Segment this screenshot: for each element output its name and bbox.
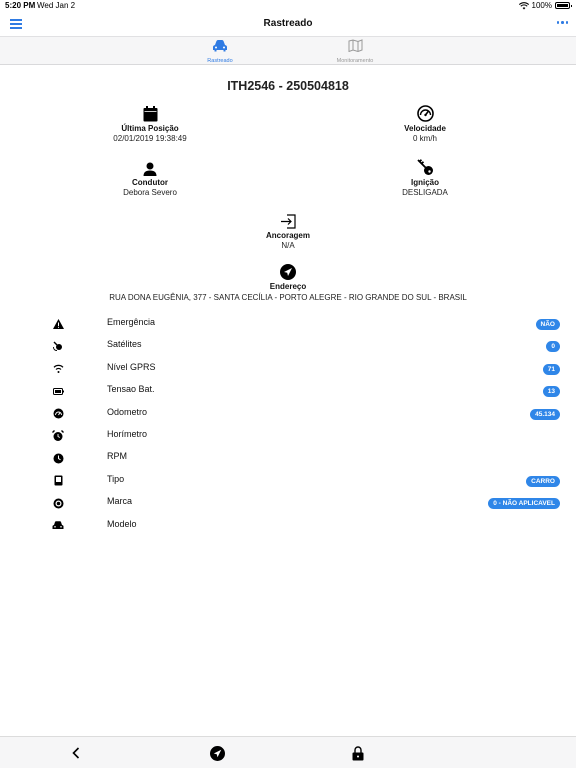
- info-title: Endereço: [269, 282, 307, 291]
- car-icon: [52, 521, 64, 530]
- bottom-toolbar: [0, 736, 576, 768]
- key-icon: [416, 159, 433, 175]
- battery-percent: 100%: [531, 1, 552, 10]
- gauge-icon: [53, 408, 63, 419]
- info-title: Última Posição: [121, 124, 179, 133]
- speedometer-icon: [416, 105, 434, 122]
- tab-rastreado[interactable]: Rastreado: [190, 39, 250, 64]
- chevron-left-icon: [72, 747, 80, 759]
- info-ancoragem: Ancoragem N/A: [208, 211, 368, 250]
- row-badge: 0: [546, 341, 560, 353]
- list-item[interactable]: Horímetro: [0, 426, 576, 448]
- info-ignicao: Ignição DESLIGADA: [345, 158, 505, 197]
- row-label: RPM: [107, 451, 127, 462]
- tab-label: Rastreado: [207, 58, 233, 64]
- row-badge: 0 - NÃO APLICAVEL: [488, 498, 560, 510]
- more-options-icon[interactable]: [556, 21, 568, 24]
- row-label: Modelo: [107, 518, 137, 529]
- user-icon: [143, 162, 157, 176]
- row-badge: 13: [542, 386, 560, 398]
- row-label: Tipo: [107, 473, 125, 484]
- list-item[interactable]: Modelo: [0, 516, 576, 538]
- back-button[interactable]: [68, 745, 84, 761]
- alarm-clock-icon: [52, 429, 64, 441]
- calendar-icon: [143, 106, 157, 122]
- map-icon: [348, 39, 362, 53]
- lock-icon: [352, 745, 364, 760]
- list-item[interactable]: Satélites 0: [0, 336, 576, 358]
- info-ultima-posicao: Última Posição 02/01/2019 19:38:49: [70, 104, 230, 143]
- row-badge: 45.134: [530, 408, 560, 420]
- nav-bar: Rastreado: [0, 12, 576, 36]
- row-label: Nível GPRS: [107, 361, 156, 372]
- wifi-status-icon: [518, 1, 529, 9]
- status-time: 5:20 PM: [5, 1, 36, 10]
- info-endereco: Endereço RUA DONA EUGÊNIA, 377 - SANTA C…: [0, 264, 576, 302]
- row-label: Satélites: [107, 339, 142, 350]
- page-title: Rastreado: [263, 18, 313, 29]
- satellite-icon: [52, 341, 62, 352]
- info-value: N/A: [281, 241, 295, 250]
- list-item[interactable]: Tipo CARRO: [0, 471, 576, 493]
- clock-icon: [53, 453, 63, 464]
- list-item[interactable]: Tensao Bat. 13: [0, 381, 576, 403]
- status-bar: 5:20 PM Wed Jan 2 100%: [0, 0, 576, 12]
- tab-label: Monitoramento: [336, 58, 374, 64]
- tab-monitoramento[interactable]: Monitoramento: [325, 39, 385, 64]
- row-label: Tensao Bat.: [107, 384, 155, 395]
- login-icon: [281, 214, 296, 229]
- status-date: Wed Jan 2: [37, 1, 76, 10]
- list-item[interactable]: RPM: [0, 448, 576, 470]
- lock-button[interactable]: [350, 745, 366, 761]
- warning-icon: [52, 319, 64, 329]
- attributes-list: Emergência NÃO Satélites 0 Nível GPRS 71…: [0, 314, 576, 538]
- info-title: Condutor: [132, 178, 168, 187]
- vehicle-title: ITH2546 - 250504818: [227, 79, 349, 93]
- row-label: Marca: [107, 496, 133, 507]
- info-value: 0 km/h: [412, 134, 437, 143]
- row-label: Horímetro: [107, 428, 148, 439]
- status-right: 100%: [518, 1, 572, 10]
- wifi-icon: [53, 365, 63, 374]
- list-item[interactable]: Odometro 45.134: [0, 404, 576, 426]
- navigate-button[interactable]: [209, 745, 225, 761]
- car-icon: [213, 40, 227, 52]
- list-item[interactable]: Nível GPRS 71: [0, 359, 576, 381]
- info-value: 02/01/2019 19:38:49: [113, 134, 187, 143]
- info-value: Debora Severo: [123, 188, 177, 197]
- row-label: Emergência: [107, 317, 156, 327]
- row-badge: 71: [542, 363, 560, 375]
- address-value: RUA DONA EUGÊNIA, 377 - SANTA CECÍLIA - …: [109, 293, 467, 302]
- list-item[interactable]: Emergência NÃO: [0, 314, 576, 336]
- info-velocidade: Velocidade 0 km/h: [345, 104, 505, 143]
- battery-status-icon: [555, 2, 572, 9]
- list-item[interactable]: Marca 0 - NÃO APLICAVEL: [0, 493, 576, 515]
- navigation-arrow-icon: [280, 264, 296, 280]
- device-icon: [54, 475, 62, 486]
- row-badge: CARRO: [526, 475, 560, 487]
- navigation-arrow-icon: [209, 745, 225, 761]
- info-title: Velocidade: [404, 124, 446, 133]
- top-tab-bar: Rastreado Monitoramento: [0, 36, 576, 65]
- row-badge: NÃO: [535, 319, 560, 330]
- info-condutor: Condutor Debora Severo: [70, 158, 230, 197]
- info-value: DESLIGADA: [402, 188, 448, 197]
- battery-icon: [52, 387, 64, 395]
- row-label: Odometro: [107, 406, 148, 417]
- info-title: Ancoragem: [265, 231, 310, 240]
- info-title: Ignição: [410, 178, 439, 187]
- target-icon: [53, 498, 63, 509]
